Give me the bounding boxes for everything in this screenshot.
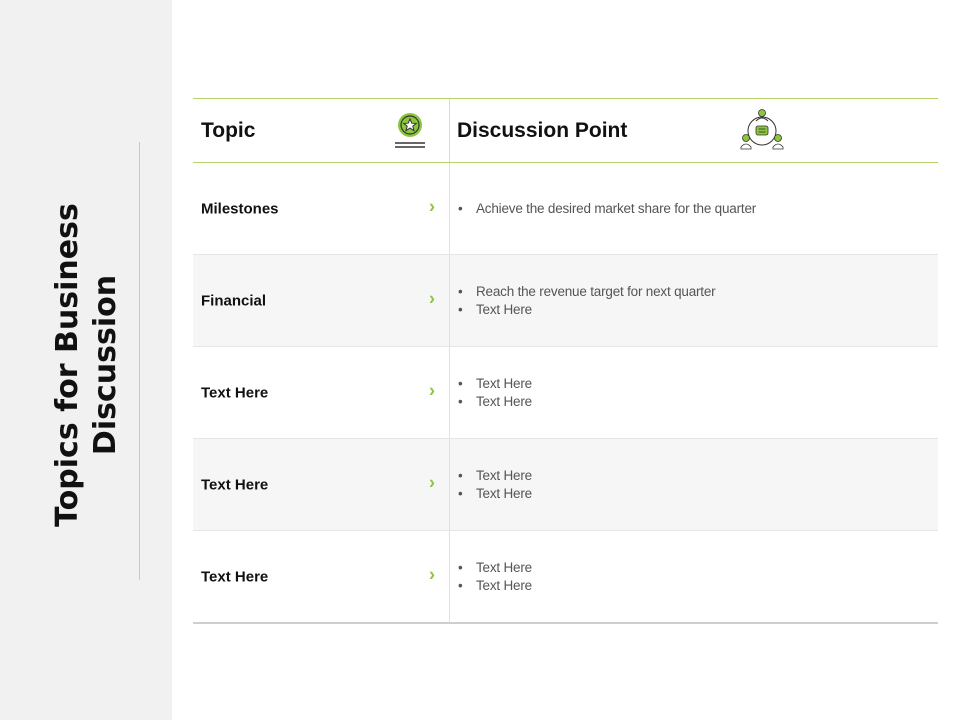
discussion-cell: Reach the revenue target for next quarte… <box>450 255 938 346</box>
chevron-right-icon: › <box>429 563 435 584</box>
table-row: Text Here›Text HereText Here <box>193 347 938 439</box>
title-wrapper: Topics for Business Discussion <box>22 180 152 550</box>
topic-label: Milestones <box>201 200 279 217</box>
table-row: Financial › Reach the revenue target for n… <box>193 255 938 347</box>
discussion-point: Text Here <box>458 485 532 503</box>
discussion-cell: Text HereText Here <box>450 531 938 622</box>
chevron-right-icon: › <box>429 195 435 216</box>
slide-title: Topics for Business Discussion <box>50 203 123 527</box>
discussion-point: Text Here <box>458 301 715 319</box>
header-discussion-cell: Discussion Point <box>450 99 938 162</box>
table-row: Text Here›Text HereText Here <box>193 439 938 531</box>
discussion-cell: Achieve the desired market share for the… <box>450 163 938 254</box>
chevron-right-icon: › <box>429 379 435 400</box>
table-body: Milestones › Achieve the desired market sh… <box>193 163 938 624</box>
topic-cell: Text Here › <box>193 439 449 530</box>
topic-cell: Text Here › <box>193 531 449 622</box>
topic-label: Text Here <box>201 384 269 401</box>
discussion-points: Achieve the desired market share for the… <box>458 200 756 218</box>
header-discussion-label: Discussion Point <box>457 119 628 142</box>
discussion-point: Text Here <box>458 577 532 595</box>
discussion-point: Text Here <box>458 393 532 411</box>
discussion-points: Text HereText Here <box>458 559 532 595</box>
team-discussion-icon <box>740 109 784 150</box>
discussion-cell: Text HereText Here <box>450 439 938 530</box>
discussion-point: Reach the revenue target for next quarte… <box>458 283 716 301</box>
header-topic-label: Topic <box>201 119 256 142</box>
topic-label: Text Here <box>201 476 269 493</box>
discussion-point: Text Here <box>458 559 532 577</box>
discussion-point: Text Here <box>458 375 532 393</box>
topic-label: Text Here <box>201 568 269 585</box>
left-title-panel: Topics for Business Discussion <box>0 0 172 720</box>
discussion-points: Text HereText Here <box>458 467 532 503</box>
topics-table: Topic Discussion Point Milestones › • Ac… <box>193 98 938 624</box>
discussion-points: Reach the revenue target for next quarte… <box>458 283 716 319</box>
discussion-points: Text HereText Here <box>458 375 532 411</box>
topic-label: Financial <box>201 292 267 309</box>
header-topic-cell: Topic <box>193 99 449 162</box>
topic-cell: Financial › <box>193 255 449 346</box>
discussion-point: Achieve the desired market share for the… <box>458 200 756 218</box>
chevron-right-icon: › <box>429 471 435 492</box>
star-badge-icon <box>395 113 425 148</box>
table-row: Text Here›Text HereText Here <box>193 531 938 624</box>
topic-cell: Milestones › <box>193 163 449 254</box>
discussion-cell: Text HereText Here <box>450 347 938 438</box>
table-row: Milestones › Achieve the desired market sh… <box>193 163 938 255</box>
topic-cell: Text Here › <box>193 347 449 438</box>
discussion-point: Text Here <box>458 467 532 485</box>
table-header: Topic Discussion Point <box>193 98 938 163</box>
chevron-right-icon: › <box>429 287 435 308</box>
